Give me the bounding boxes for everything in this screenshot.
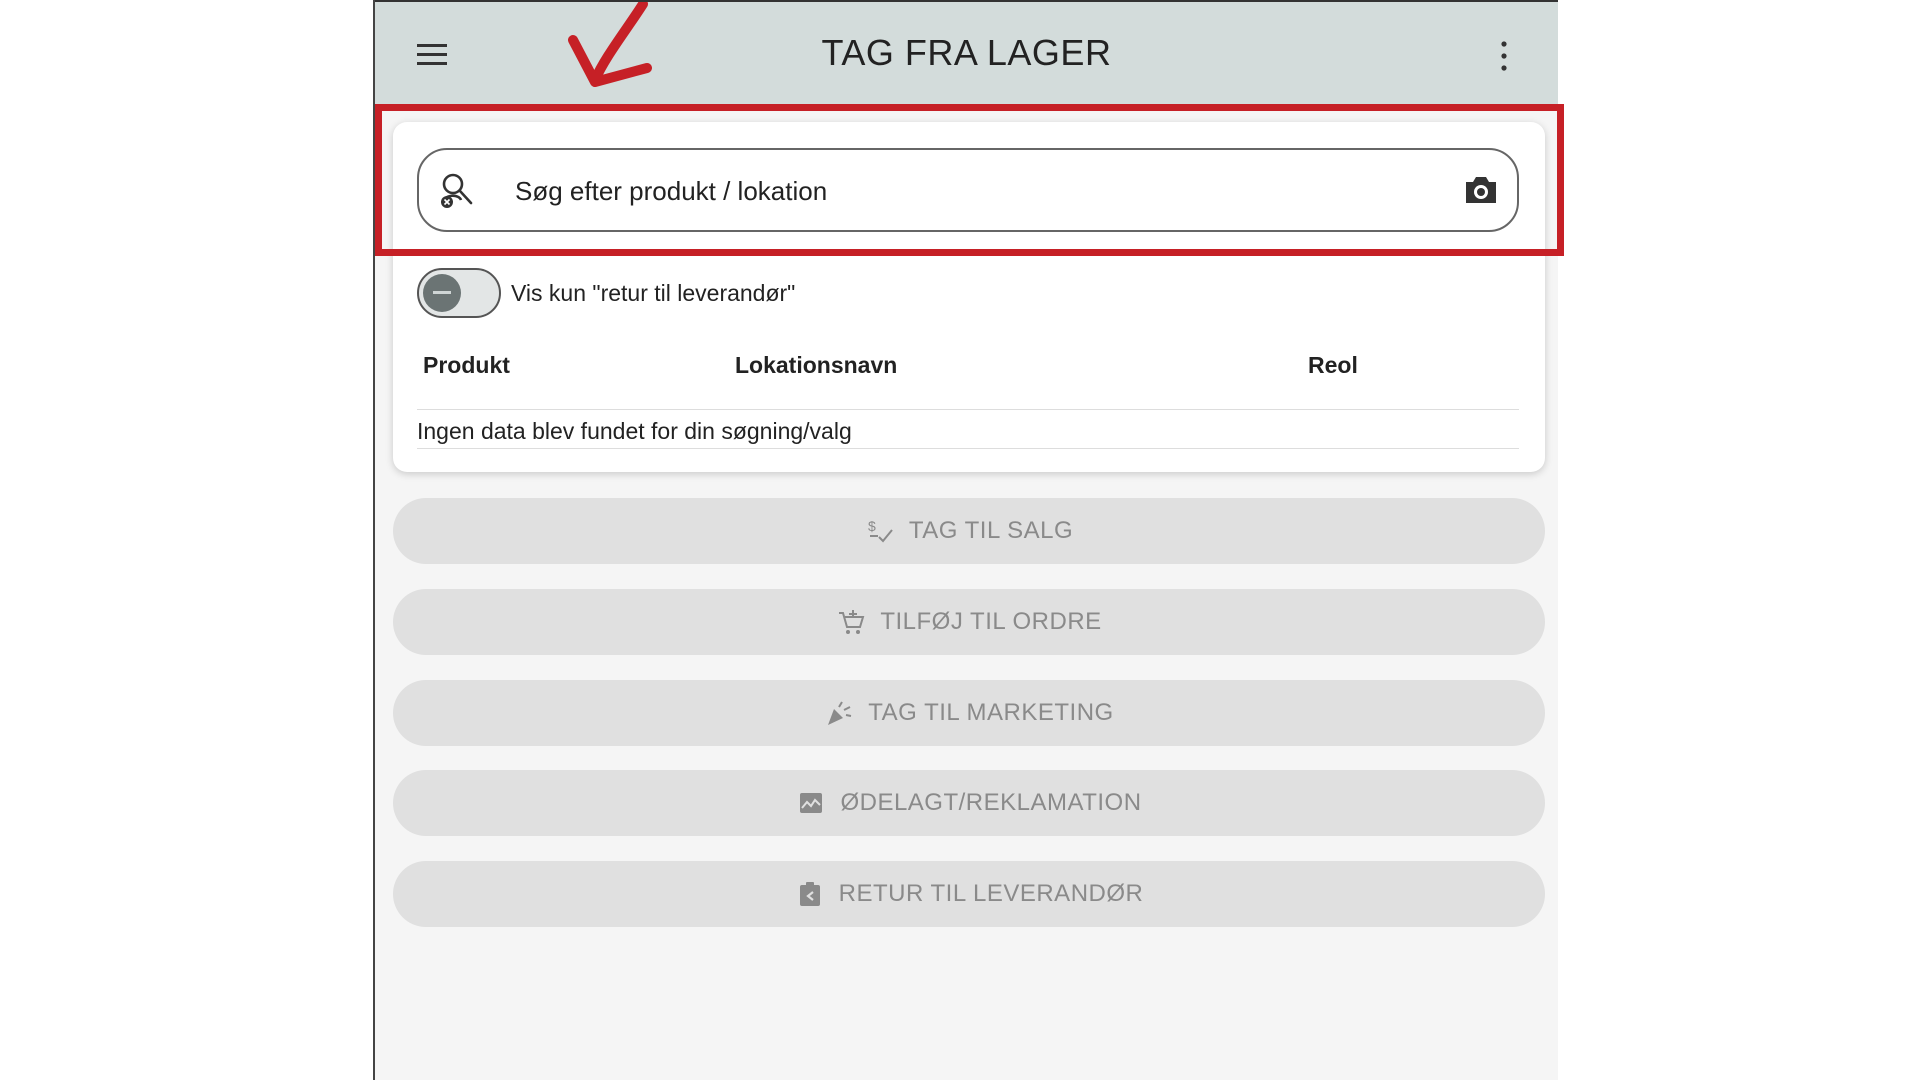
add-to-order-button[interactable]: TILFØJ TIL ORDRE xyxy=(393,589,1545,655)
page-title: TAG FRA LAGER xyxy=(821,32,1112,73)
toggle-knob xyxy=(423,274,461,312)
column-header-lokationsnavn[interactable]: Lokationsnavn xyxy=(735,352,897,379)
broken-claim-button[interactable]: ØDELAGT/REKLAMATION xyxy=(393,770,1545,836)
take-for-marketing-button[interactable]: TAG TIL MARKETING xyxy=(393,680,1545,746)
camera-icon[interactable] xyxy=(1463,174,1499,206)
broken-image-icon xyxy=(800,793,823,813)
return-filter-toggle[interactable] xyxy=(417,268,501,318)
app-bar: TAG FRA LAGER xyxy=(375,0,1558,106)
more-vert-icon[interactable] xyxy=(1498,38,1510,74)
return-box-icon xyxy=(799,882,820,906)
take-for-sale-button[interactable]: $ TAG TIL SALG xyxy=(393,498,1545,564)
add-to-order-label: TILFØJ TIL ORDRE xyxy=(880,608,1102,635)
return-to-supplier-button[interactable]: RETUR TIL LEVERANDØR xyxy=(393,861,1545,927)
app-window: TAG FRA LAGER Søg efter produkt / lokati… xyxy=(373,0,1564,1080)
toggle-label: Vis kun "retur til leverandør" xyxy=(511,280,796,306)
take-for-sale-label: TAG TIL SALG xyxy=(908,517,1074,544)
dollar-check-icon: $ xyxy=(868,518,893,543)
column-header-produkt[interactable]: Produkt xyxy=(423,352,510,379)
table-divider xyxy=(417,448,1519,449)
party-popper-icon xyxy=(828,701,852,725)
search-input[interactable]: Søg efter produkt / lokation xyxy=(417,148,1519,232)
cart-add-icon xyxy=(839,610,865,634)
table-empty-message: Ingen data blev fundet for din søgning/v… xyxy=(417,418,852,444)
table-divider xyxy=(417,409,1519,410)
column-header-reol[interactable]: Reol xyxy=(1308,352,1358,379)
svg-text:$: $ xyxy=(868,518,876,534)
broken-claim-label: ØDELAGT/REKLAMATION xyxy=(840,789,1142,816)
take-for-marketing-label: TAG TIL MARKETING xyxy=(868,699,1114,726)
search-person-icon xyxy=(441,173,473,208)
search-placeholder: Søg efter produkt / lokation xyxy=(515,176,828,206)
return-to-supplier-label: RETUR TIL LEVERANDØR xyxy=(838,880,1144,907)
